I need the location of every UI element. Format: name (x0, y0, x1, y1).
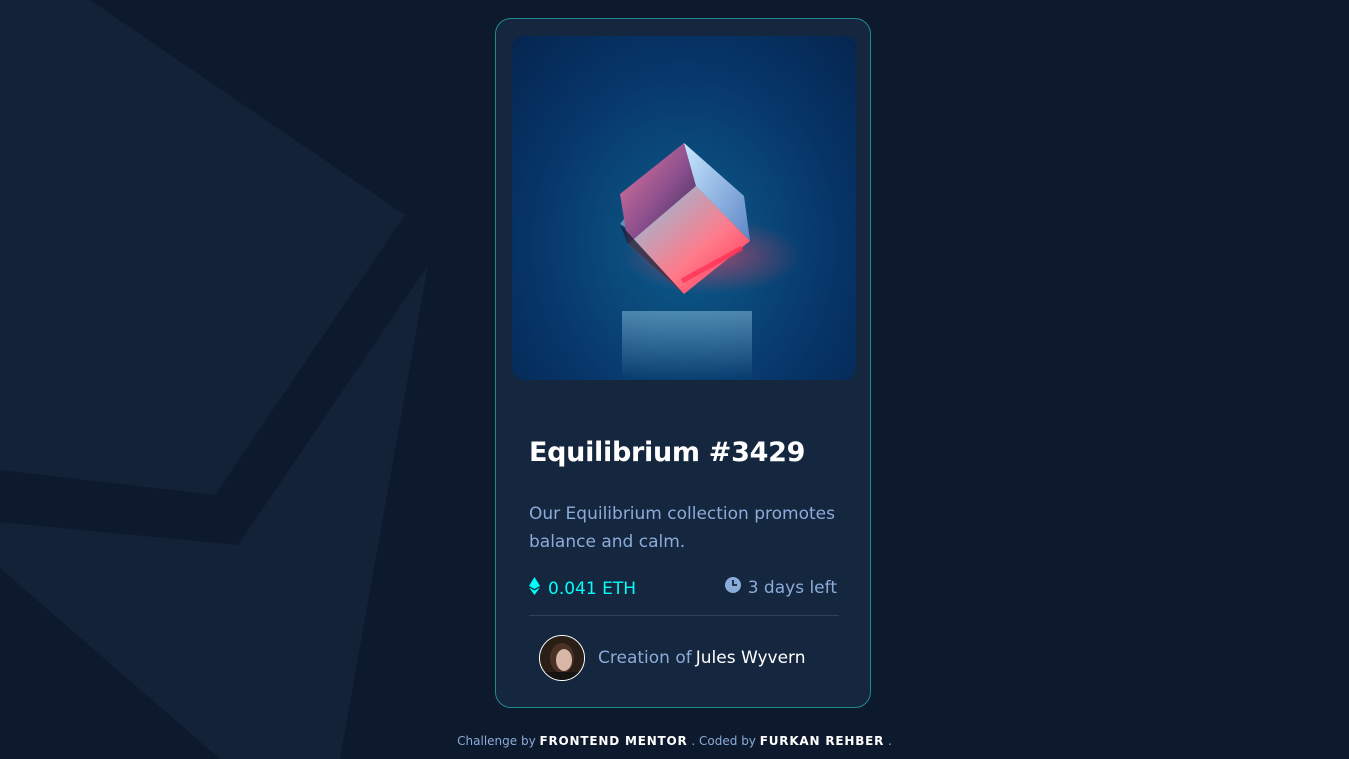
time-left-value: 3 days left (747, 577, 837, 598)
attribution-footer: Challenge by FRONTEND MENTOR . Coded by … (0, 734, 1349, 748)
equilibrium-image[interactable] (512, 36, 856, 380)
card-title[interactable]: Equilibrium #3429 (529, 437, 805, 468)
frontend-mentor-link[interactable]: FRONTEND MENTOR (540, 734, 688, 748)
creator-lead: Creation of (598, 648, 692, 668)
author-link[interactable]: FURKAN REHBER (760, 734, 884, 748)
price-value: 0.041 ETH (548, 578, 636, 599)
card-description: Our Equilibrium collection promotes bala… (529, 504, 835, 552)
creator-avatar (539, 635, 585, 681)
clock-icon (724, 577, 741, 598)
footer-coded-lead: . Coded by (691, 734, 756, 748)
footer-challenge-lead: Challenge by (457, 734, 536, 748)
price-row: 0.041 ETH (529, 577, 636, 600)
creator-name-link[interactable]: Jules Wyvern (696, 648, 806, 668)
ethereum-icon (529, 577, 540, 600)
nft-card: Equilibrium #3429 Our Equilibrium collec… (495, 18, 871, 708)
time-row: 3 days left (724, 577, 837, 598)
creator-row: Creation of Jules Wyvern (539, 635, 806, 681)
divider (529, 615, 839, 616)
footer-trail: . (888, 734, 892, 748)
